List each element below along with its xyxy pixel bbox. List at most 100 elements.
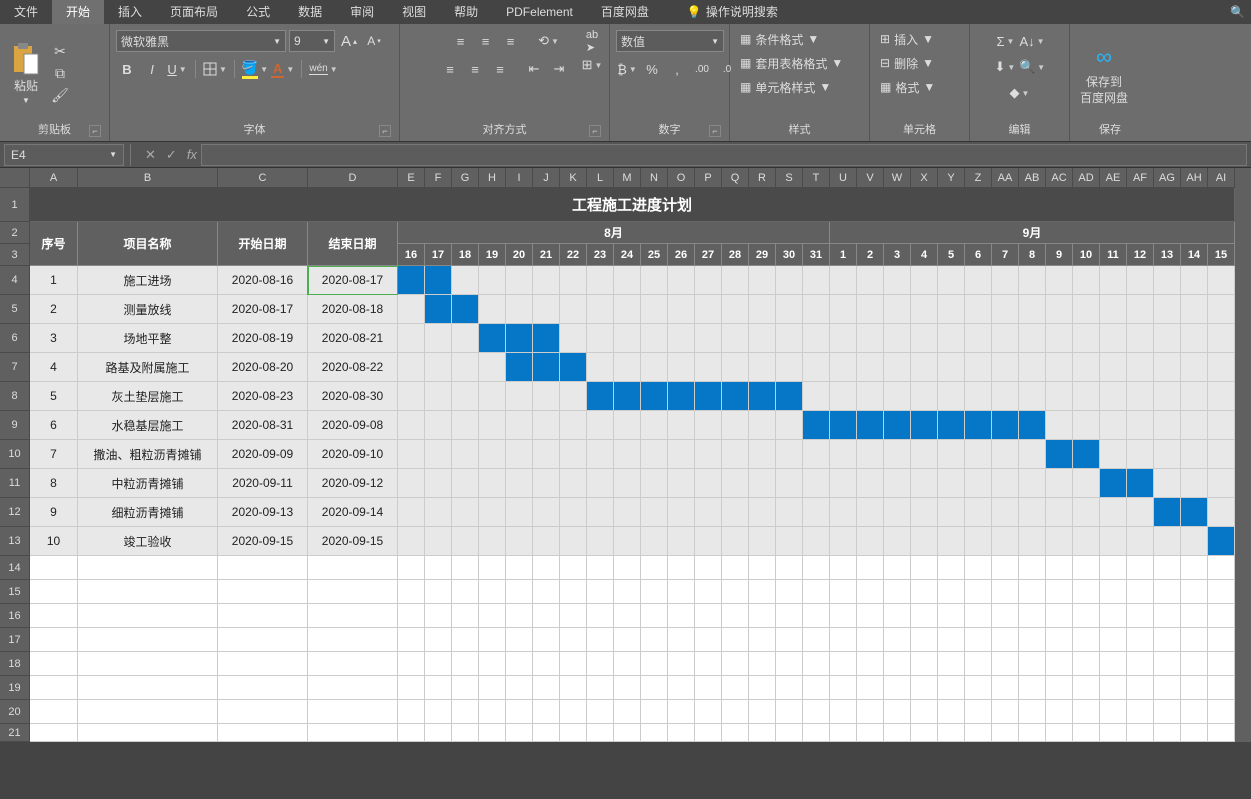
row-header[interactable]: 7: [0, 353, 30, 382]
gantt-cell[interactable]: [398, 266, 425, 295]
gantt-cell[interactable]: [1073, 295, 1100, 324]
gantt-cell[interactable]: [830, 382, 857, 411]
empty-cell[interactable]: [533, 724, 560, 742]
gantt-cell[interactable]: [452, 324, 479, 353]
empty-cell[interactable]: [425, 724, 452, 742]
empty-cell[interactable]: [938, 724, 965, 742]
cell-name[interactable]: 水稳基层施工: [78, 411, 218, 440]
gantt-cell[interactable]: [1073, 382, 1100, 411]
gantt-cell[interactable]: [1154, 440, 1181, 469]
gantt-cell[interactable]: [911, 266, 938, 295]
gantt-cell[interactable]: [614, 469, 641, 498]
gantt-cell[interactable]: [1046, 353, 1073, 382]
empty-cell[interactable]: [641, 652, 668, 676]
gantt-cell[interactable]: [749, 382, 776, 411]
gantt-cell[interactable]: [533, 353, 560, 382]
empty-cell[interactable]: [218, 724, 308, 742]
fill-color-button[interactable]: 🪣▼: [242, 58, 268, 80]
gantt-cell[interactable]: [506, 382, 533, 411]
gantt-cell[interactable]: [776, 411, 803, 440]
empty-cell[interactable]: [479, 580, 506, 604]
gantt-cell[interactable]: [1019, 469, 1046, 498]
cell-end[interactable]: 2020-08-22: [308, 353, 398, 382]
gantt-cell[interactable]: [803, 440, 830, 469]
empty-cell[interactable]: [30, 652, 78, 676]
empty-cell[interactable]: [749, 724, 776, 742]
gantt-cell[interactable]: [1073, 498, 1100, 527]
gantt-cell[interactable]: [1154, 527, 1181, 556]
gantt-cell[interactable]: [668, 266, 695, 295]
cell-seq[interactable]: 9: [30, 498, 78, 527]
empty-cell[interactable]: [30, 556, 78, 580]
header-day[interactable]: 18: [452, 244, 479, 266]
gantt-cell[interactable]: [1073, 527, 1100, 556]
find-button[interactable]: 🔍▼: [1019, 56, 1045, 78]
spreadsheet[interactable]: ABCDEFGHIJKLMNOPQRSTUVWXYZAAABACADAEAFAG…: [0, 168, 1251, 742]
gantt-cell[interactable]: [830, 498, 857, 527]
row-header[interactable]: 17: [0, 628, 30, 652]
gantt-cell[interactable]: [695, 295, 722, 324]
table-format-button[interactable]: ▦套用表格格式▼: [736, 52, 847, 74]
menu-item[interactable]: 视图: [388, 0, 440, 24]
empty-cell[interactable]: [398, 700, 425, 724]
gantt-cell[interactable]: [911, 382, 938, 411]
gantt-cell[interactable]: [722, 469, 749, 498]
gantt-cell[interactable]: [722, 353, 749, 382]
empty-cell[interactable]: [308, 652, 398, 676]
col-header[interactable]: AE: [1100, 168, 1127, 188]
header-end[interactable]: 结束日期: [308, 222, 398, 266]
tell-me[interactable]: 💡操作说明搜索: [673, 0, 792, 24]
header-day[interactable]: 23: [587, 244, 614, 266]
format-cells-button[interactable]: ▦格式▼: [876, 76, 939, 98]
empty-cell[interactable]: [1154, 580, 1181, 604]
empty-cell[interactable]: [938, 628, 965, 652]
empty-cell[interactable]: [884, 724, 911, 742]
header-day[interactable]: 7: [992, 244, 1019, 266]
gantt-cell[interactable]: [614, 527, 641, 556]
empty-cell[interactable]: [30, 724, 78, 742]
gantt-cell[interactable]: [641, 411, 668, 440]
gantt-cell[interactable]: [641, 382, 668, 411]
cell-end[interactable]: 2020-09-12: [308, 469, 398, 498]
empty-cell[interactable]: [425, 676, 452, 700]
format-painter-icon[interactable]: 🖌: [50, 86, 70, 106]
empty-cell[interactable]: [992, 580, 1019, 604]
gantt-cell[interactable]: [884, 295, 911, 324]
font-color-button[interactable]: A▼: [271, 58, 294, 80]
gantt-cell[interactable]: [1046, 469, 1073, 498]
empty-cell[interactable]: [506, 652, 533, 676]
col-header[interactable]: O: [668, 168, 695, 188]
gantt-cell[interactable]: [1181, 498, 1208, 527]
gantt-cell[interactable]: [479, 324, 506, 353]
gantt-cell[interactable]: [722, 266, 749, 295]
gantt-cell[interactable]: [803, 411, 830, 440]
gantt-cell[interactable]: [830, 266, 857, 295]
empty-cell[interactable]: [722, 724, 749, 742]
gantt-cell[interactable]: [506, 324, 533, 353]
empty-cell[interactable]: [614, 556, 641, 580]
launcher-icon[interactable]: ⌐: [89, 125, 101, 137]
gantt-cell[interactable]: [398, 440, 425, 469]
empty-cell[interactable]: [938, 700, 965, 724]
cell-end[interactable]: 2020-08-21: [308, 324, 398, 353]
empty-cell[interactable]: [78, 604, 218, 628]
empty-cell[interactable]: [884, 604, 911, 628]
empty-cell[interactable]: [749, 580, 776, 604]
header-day[interactable]: 17: [425, 244, 452, 266]
empty-cell[interactable]: [776, 652, 803, 676]
empty-cell[interactable]: [1019, 724, 1046, 742]
gantt-cell[interactable]: [965, 266, 992, 295]
border-button[interactable]: ▼: [203, 58, 227, 80]
gantt-cell[interactable]: [614, 498, 641, 527]
empty-cell[interactable]: [1073, 580, 1100, 604]
empty-cell[interactable]: [560, 580, 587, 604]
cell-name[interactable]: 施工进场: [78, 266, 218, 295]
empty-cell[interactable]: [776, 628, 803, 652]
gantt-cell[interactable]: [1154, 411, 1181, 440]
gantt-cell[interactable]: [992, 440, 1019, 469]
empty-cell[interactable]: [1073, 700, 1100, 724]
gantt-cell[interactable]: [857, 527, 884, 556]
header-day[interactable]: 26: [668, 244, 695, 266]
gantt-cell[interactable]: [425, 411, 452, 440]
gantt-cell[interactable]: [857, 295, 884, 324]
